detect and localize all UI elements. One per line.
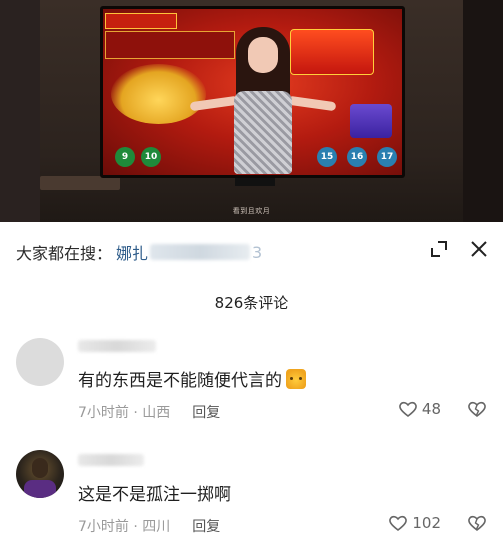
ball: 9 [115, 147, 135, 167]
promo-board [105, 31, 235, 59]
emoji-icon [286, 369, 306, 389]
ball: 10 [141, 147, 161, 167]
dislike-button[interactable] [467, 400, 487, 422]
trending-search-tail: 3 [252, 242, 263, 262]
username-blurred[interactable] [78, 454, 144, 466]
shelf [40, 176, 120, 190]
ball: 17 [377, 147, 397, 167]
username-blurred[interactable] [78, 340, 156, 352]
blurred-search-text [150, 244, 251, 260]
prize-box [350, 104, 392, 138]
close-icon[interactable] [468, 238, 490, 260]
avatar[interactable] [16, 338, 64, 386]
ball: 16 [347, 147, 367, 167]
trending-search[interactable]: 大家都在搜： 娜扎 3 [16, 240, 396, 264]
number-balls: 9 10 15 16 17 [111, 147, 397, 169]
like-button[interactable]: 102 [388, 514, 441, 532]
trending-search-term[interactable]: 娜扎 [116, 240, 148, 264]
tv-frame: 9 10 15 16 17 [100, 6, 405, 178]
dislike-button[interactable] [467, 514, 487, 536]
promo-banner-top [105, 13, 177, 29]
dislike-heart-icon [468, 515, 486, 532]
avatar[interactable] [16, 450, 64, 498]
tv-screen: 9 10 15 16 17 [103, 9, 402, 175]
collapse-icon[interactable] [428, 238, 450, 260]
like-count: 48 [421, 400, 441, 418]
comment-time-location: 7小时前 · 四川 [78, 519, 171, 535]
comment-text: 有的东西是不能随便代言的 [78, 366, 306, 391]
ball: 15 [317, 147, 337, 167]
tv-stand [235, 178, 275, 186]
comment-time-location: 7小时前 · 山西 [78, 405, 171, 421]
video-edge-right [463, 0, 503, 222]
like-count: 102 [412, 514, 441, 532]
comments-panel: 大家都在搜： 娜扎 3 826条评论 有的东西是不能随便代言的 7小时前 · 山… [0, 222, 503, 542]
video-subtitle: 看到且欢月 [232, 207, 271, 215]
heart-icon [399, 401, 417, 418]
comment-item: 这是不是孤注一掷啊 7小时前 · 四川 回复 102 [0, 446, 503, 542]
comment-meta: 7小时前 · 四川 回复 [78, 516, 220, 536]
comment-text: 这是不是孤注一掷啊 [78, 485, 231, 505]
comment-meta: 7小时前 · 山西 回复 [78, 402, 220, 422]
like-button[interactable]: 48 [398, 400, 441, 418]
heart-icon [389, 515, 408, 532]
video-edge-left [0, 0, 40, 222]
comments-count: 826条评论 [214, 294, 289, 312]
gold-coin-pile [111, 64, 206, 124]
trending-search-prefix: 大家都在搜： [16, 244, 113, 263]
dislike-heart-icon [468, 401, 486, 418]
reply-button[interactable]: 回复 [192, 402, 220, 422]
comment-item: 有的东西是不能随便代言的 7小时前 · 山西 回复 48 [0, 334, 503, 430]
video-player[interactable]: 9 10 15 16 17 看到且欢月 [0, 0, 503, 222]
reply-button[interactable]: 回复 [192, 516, 220, 536]
